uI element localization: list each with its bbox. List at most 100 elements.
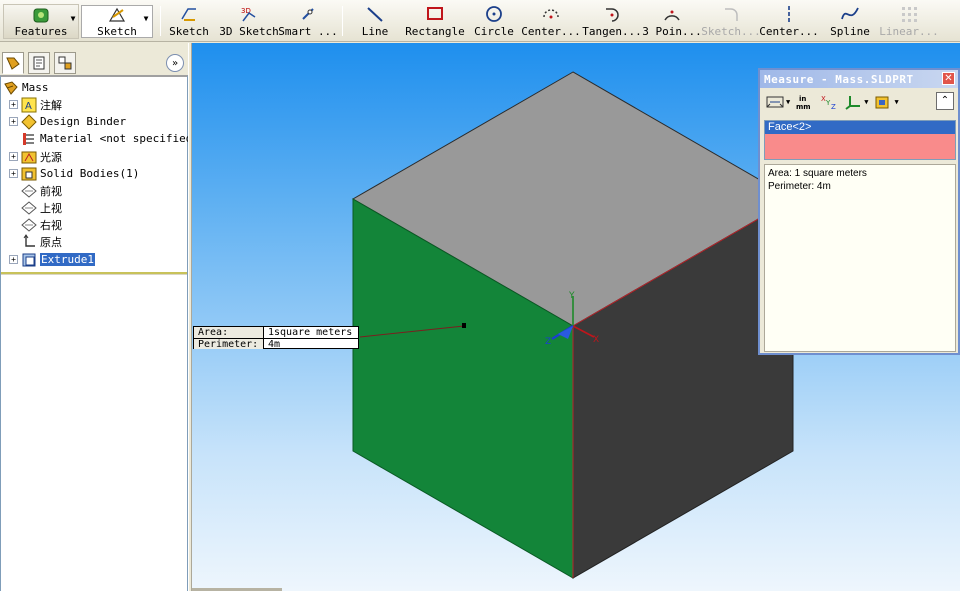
part-icon (3, 80, 19, 96)
tree-item-top-plane[interactable]: 上视 (9, 199, 62, 216)
tree-item-solid-bodies[interactable]: + Solid Bodies(1) (9, 165, 139, 182)
measure-title-bar[interactable]: Measure - Mass.SLDPRT (760, 70, 958, 88)
centerpoint-arc-button[interactable]: Center... (521, 4, 581, 40)
centerline-label: Center... (759, 25, 819, 38)
linear-pattern-label: Linear... (879, 25, 939, 38)
3d-sketch-icon: 3D (238, 4, 260, 24)
expand-icon[interactable]: + (9, 117, 18, 126)
three-point-arc-button[interactable]: 3 Poin... (642, 4, 702, 40)
rectangle-icon (424, 4, 446, 24)
dropdown-arrow-icon[interactable]: ▼ (864, 98, 868, 106)
units-precision-button[interactable]: in mm (796, 92, 814, 112)
tangent-arc-button[interactable]: Tangen... (582, 4, 642, 40)
callout-perimeter-key: Perimeter: (194, 339, 264, 350)
tree-item-origin[interactable]: 原点 (9, 233, 62, 250)
linear-pattern-icon (898, 4, 920, 24)
lights-icon (21, 149, 37, 165)
centerline-button[interactable]: Center... (759, 4, 819, 40)
toolbar-divider (160, 6, 161, 36)
solid-bodies-icon (21, 166, 37, 182)
expand-icon[interactable]: + (9, 152, 18, 161)
sketch-fillet-icon (720, 4, 742, 24)
material-icon (21, 131, 37, 147)
dropdown-arrow-icon[interactable]: ▼ (786, 98, 790, 106)
expand-icon[interactable]: + (9, 169, 18, 178)
3d-sketch-label: 3D Sketch (219, 25, 279, 38)
xyz-measure-button[interactable]: XYZ (820, 92, 838, 112)
callout-perimeter-value: 4m (268, 339, 281, 350)
plane-icon (21, 217, 37, 233)
expand-icon[interactable]: + (9, 100, 18, 109)
measure-options-icon (766, 96, 784, 108)
selection-item[interactable]: Face<2> (765, 121, 955, 134)
dropdown-arrow-icon[interactable]: ▼ (894, 98, 898, 106)
collapse-panel-button[interactable]: » (166, 54, 184, 72)
command-manager-toolbar: Features ▼ Sketch ▼ Sketch 3D 3D Sketch … (0, 0, 960, 42)
tree-item-material[interactable]: Material <not specified> (9, 130, 199, 147)
sketch-dropdown-icon[interactable]: ▼ (141, 14, 151, 24)
projection-button[interactable]: ▼ (874, 92, 899, 112)
rectangle-button[interactable]: Rectangle (404, 4, 466, 40)
tree-item-annotations[interactable]: + A 注解 (9, 96, 62, 113)
callout-anchor (462, 323, 466, 328)
tab-property-manager[interactable] (28, 52, 50, 74)
tree-item-lights[interactable]: + 光源 (9, 148, 62, 165)
extrude-icon (21, 252, 37, 268)
arc-circle-measure-button[interactable]: ▼ (766, 92, 790, 112)
rectangle-label: Rectangle (405, 25, 465, 38)
3d-sketch-button[interactable]: 3D 3D Sketch (219, 4, 279, 40)
features-icon (30, 5, 52, 24)
measure-results: Area: 1 square meters Perimeter: 4m (764, 164, 956, 352)
spline-button[interactable]: Spline (828, 4, 872, 40)
configuration-manager-icon (58, 56, 72, 70)
expand-icon[interactable]: + (9, 255, 18, 264)
tangent-arc-icon (601, 4, 623, 24)
tab-configuration-manager[interactable] (54, 52, 76, 74)
sketch-tab-label: Sketch (97, 25, 137, 38)
linear-pattern-button[interactable]: Linear... (879, 4, 939, 40)
tree-item-right-plane[interactable]: 右视 (9, 216, 62, 233)
coordinate-system-icon (845, 96, 861, 110)
selection-list[interactable]: Face<2> (764, 120, 956, 160)
centerline-icon (778, 4, 800, 24)
measure-callout[interactable]: Area: 1square meters Perimeter: 4m (193, 326, 359, 350)
measure-dialog: Measure - Mass.SLDPRT ✕ ▼ in mm XYZ ▼ ▼ ⌃… (758, 68, 960, 355)
tree-root-item[interactable]: Mass (3, 79, 49, 96)
callout-perimeter-row: Perimeter: 4m (194, 338, 358, 350)
tree-root-label: Mass (22, 81, 49, 94)
smart-dimension-button[interactable]: Smart ... (278, 4, 338, 40)
svg-text:Y: Y (568, 291, 575, 301)
centerpoint-arc-icon (540, 4, 562, 24)
sketch-tool-label: Sketch (169, 25, 209, 38)
centerpoint-arc-label: Center... (521, 25, 581, 38)
tree-item-design-binder[interactable]: + Design Binder (9, 113, 126, 130)
coordinate-system-button[interactable]: ▼ (844, 92, 868, 112)
close-button[interactable]: ✕ (942, 72, 955, 85)
sketch-tool-button[interactable]: Sketch (168, 4, 210, 40)
feature-tree-icon (6, 57, 20, 70)
tab-feature-manager[interactable] (2, 52, 24, 74)
tree-item-front-plane[interactable]: 前视 (9, 182, 62, 199)
three-point-arc-label: 3 Poin... (642, 25, 702, 38)
double-chevron-right-icon: » (171, 57, 179, 69)
callout-area-value: 1square meters (268, 327, 353, 338)
svg-text:in: in (799, 95, 806, 103)
expand-dialog-button[interactable]: ⌃ (936, 92, 954, 110)
tree-item-label: 光源 (40, 150, 62, 164)
svg-text:Z: Z (831, 103, 836, 110)
circle-button[interactable]: Circle (473, 4, 515, 40)
circle-icon (483, 4, 505, 24)
line-button[interactable]: Line (358, 4, 392, 40)
tree-item-label: Extrude1 (40, 253, 95, 266)
tree-item-extrude1[interactable]: + Extrude1 (9, 251, 95, 268)
sketch-icon (178, 4, 200, 24)
plane-icon (21, 183, 37, 199)
features-dropdown-icon[interactable]: ▼ (68, 14, 78, 24)
measure-toolbar: ▼ in mm XYZ ▼ ▼ (760, 88, 958, 116)
smart-dimension-icon (297, 4, 319, 24)
tree-item-label: Material <not specified> (40, 132, 199, 145)
sketch-fillet-button[interactable]: Sketch... (701, 4, 761, 40)
close-icon: ✕ (944, 73, 953, 84)
selection-empty-area[interactable] (765, 134, 955, 159)
projection-icon (875, 96, 889, 109)
